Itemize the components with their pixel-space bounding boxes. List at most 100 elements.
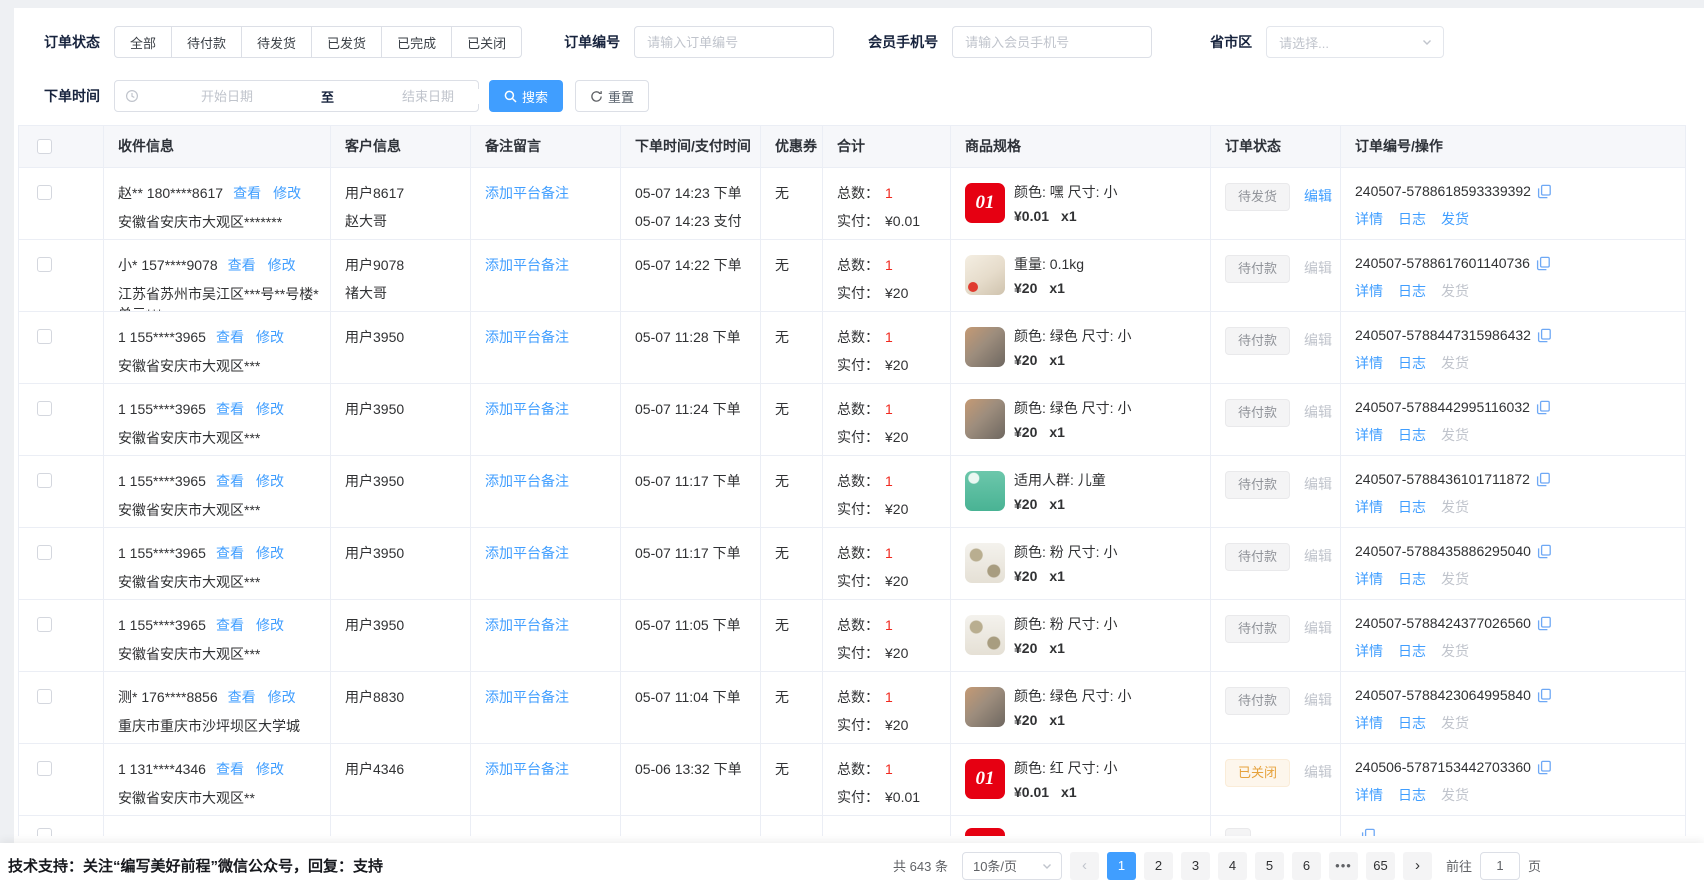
row-checkbox[interactable] [37,761,52,776]
row-checkbox[interactable] [37,401,52,416]
add-platform-remark-link[interactable]: 添加平台备注 [485,545,569,561]
add-platform-remark-link[interactable]: 添加平台备注 [485,761,569,777]
detail-link[interactable]: 详情 [1355,353,1383,373]
reset-button[interactable]: 重置 [575,80,649,112]
copy-order-number-icon[interactable] [1537,544,1552,559]
modify-link[interactable]: 修改 [256,329,284,345]
copy-order-number-icon[interactable] [1537,688,1552,703]
log-link[interactable]: 日志 [1398,353,1426,373]
modify-link[interactable]: 修改 [256,545,284,561]
copy-order-number-icon[interactable] [1537,184,1552,199]
modify-link[interactable]: 修改 [268,689,296,705]
status-option-4[interactable]: 已完成 [381,26,452,58]
modify-link[interactable]: 修改 [256,401,284,417]
row-checkbox[interactable] [37,257,52,272]
view-link[interactable]: 查看 [216,329,244,345]
ship-link[interactable]: 发货 [1441,641,1469,661]
ship-link[interactable]: 发货 [1441,713,1469,733]
detail-link[interactable]: 详情 [1355,569,1383,589]
row-checkbox[interactable] [37,329,52,344]
add-platform-remark-link[interactable]: 添加平台备注 [485,329,569,345]
pagination-page-4[interactable]: 4 [1218,852,1247,880]
ship-link[interactable]: 发货 [1441,353,1469,373]
edit-link[interactable]: 编辑 [1304,260,1332,276]
page-size-select[interactable]: 10条/页 [962,852,1062,880]
pagination-page-6[interactable]: 6 [1292,852,1321,880]
edit-link[interactable]: 编辑 [1304,332,1332,348]
view-link[interactable]: 查看 [216,401,244,417]
date-range-picker[interactable]: 至 [114,80,479,112]
modify-link[interactable]: 修改 [256,473,284,489]
log-link[interactable]: 日志 [1398,569,1426,589]
region-select[interactable]: 请选择... [1266,26,1444,58]
log-link[interactable]: 日志 [1398,281,1426,301]
phone-input[interactable] [952,26,1152,58]
goto-page-input[interactable] [1480,852,1520,880]
add-platform-remark-link[interactable]: 添加平台备注 [485,473,569,489]
view-link[interactable]: 查看 [228,257,256,273]
copy-order-number-icon[interactable] [1537,328,1552,343]
detail-link[interactable]: 详情 [1355,281,1383,301]
pagination-next-button[interactable]: › [1403,852,1432,880]
copy-order-number-icon[interactable] [1536,472,1551,487]
status-option-5[interactable]: 已关闭 [451,26,522,58]
detail-link[interactable]: 详情 [1355,497,1383,517]
status-option-0[interactable]: 全部 [114,26,172,58]
copy-order-number-icon[interactable] [1537,616,1552,631]
view-link[interactable]: 查看 [228,689,256,705]
pagination-prev-button[interactable]: ‹ [1070,852,1099,880]
add-platform-remark-link[interactable]: 添加平台备注 [485,185,569,201]
select-all-checkbox[interactable] [37,139,52,154]
status-option-2[interactable]: 待发货 [241,26,312,58]
log-link[interactable]: 日志 [1398,497,1426,517]
row-checkbox[interactable] [37,689,52,704]
log-link[interactable]: 日志 [1398,209,1426,229]
view-link[interactable]: 查看 [216,761,244,777]
edit-link[interactable]: 编辑 [1304,188,1332,204]
pagination-ellipsis[interactable]: ••• [1329,852,1358,880]
row-checkbox[interactable] [37,828,52,836]
modify-link[interactable]: 修改 [273,185,301,201]
ship-link[interactable]: 发货 [1441,497,1469,517]
start-date-input[interactable] [139,89,315,104]
edit-link[interactable]: 编辑 [1304,764,1332,780]
edit-link[interactable]: 编辑 [1304,404,1332,420]
detail-link[interactable]: 详情 [1355,641,1383,661]
copy-order-number-icon[interactable] [1536,256,1551,271]
detail-link[interactable]: 详情 [1355,209,1383,229]
row-checkbox[interactable] [37,617,52,632]
modify-link[interactable]: 修改 [268,257,296,273]
modify-link[interactable]: 修改 [256,617,284,633]
detail-link[interactable]: 详情 [1355,785,1383,805]
status-option-3[interactable]: 已发货 [311,26,382,58]
ship-link[interactable]: 发货 [1441,209,1469,229]
add-platform-remark-link[interactable]: 添加平台备注 [485,617,569,633]
pagination-page-65[interactable]: 65 [1366,852,1395,880]
pagination-page-1[interactable]: 1 [1107,852,1136,880]
ship-link[interactable]: 发货 [1441,281,1469,301]
row-checkbox[interactable] [37,545,52,560]
edit-link[interactable]: 编辑 [1304,692,1332,708]
detail-link[interactable]: 详情 [1355,713,1383,733]
row-checkbox[interactable] [37,185,52,200]
pagination-page-5[interactable]: 5 [1255,852,1284,880]
row-checkbox[interactable] [37,473,52,488]
pagination-page-3[interactable]: 3 [1181,852,1210,880]
add-platform-remark-link[interactable]: 添加平台备注 [485,689,569,705]
edit-link[interactable]: 编辑 [1304,476,1332,492]
edit-link[interactable]: 编辑 [1304,620,1332,636]
view-link[interactable]: 查看 [216,473,244,489]
pagination-page-2[interactable]: 2 [1144,852,1173,880]
status-option-1[interactable]: 待付款 [171,26,242,58]
ship-link[interactable]: 发货 [1441,569,1469,589]
log-link[interactable]: 日志 [1398,641,1426,661]
view-link[interactable]: 查看 [216,545,244,561]
order-no-input[interactable] [634,26,834,58]
copy-order-number-icon[interactable] [1537,760,1552,775]
add-platform-remark-link[interactable]: 添加平台备注 [485,257,569,273]
search-button[interactable]: 搜索 [489,80,563,112]
log-link[interactable]: 日志 [1398,785,1426,805]
view-link[interactable]: 查看 [216,617,244,633]
detail-link[interactable]: 详情 [1355,425,1383,445]
ship-link[interactable]: 发货 [1441,425,1469,445]
